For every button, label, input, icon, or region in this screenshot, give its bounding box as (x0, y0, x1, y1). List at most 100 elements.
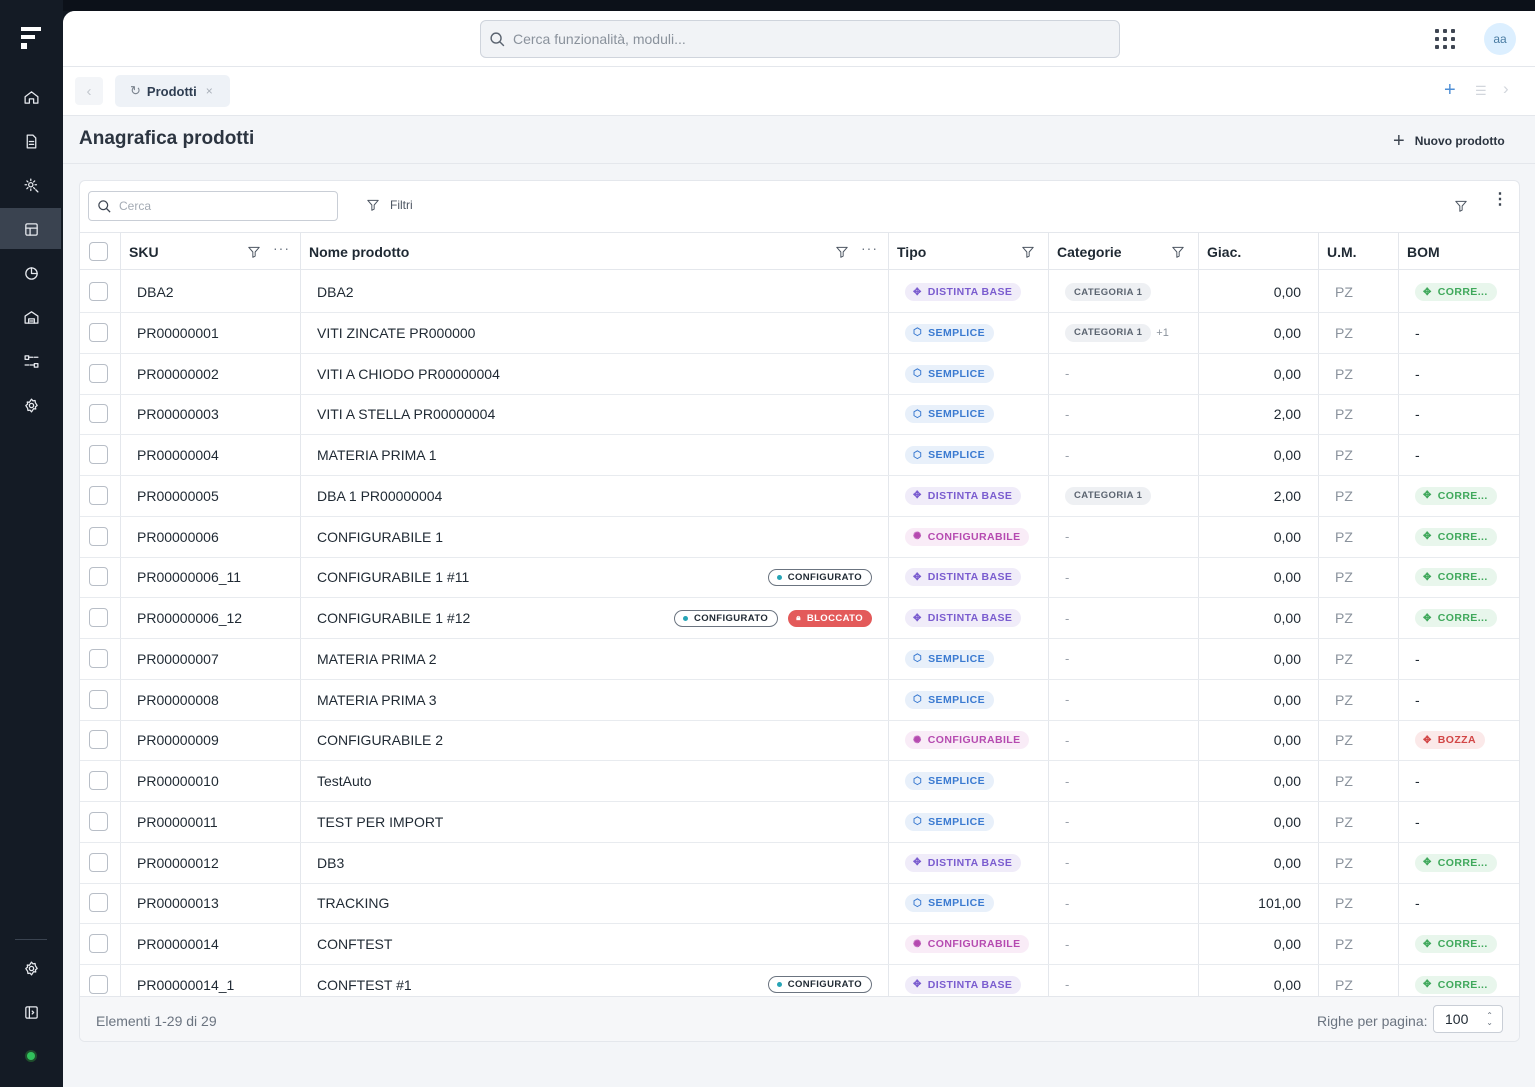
table-row[interactable]: PR00000014_1 CONFTEST #1 CONFIGURATO ✥ DISTI… (80, 965, 1519, 996)
table-row[interactable]: PR00000001 VITI ZINCATE PR000000 ⬡ SEMPLICE… (80, 313, 1519, 354)
warehouse-icon[interactable] (19, 305, 43, 329)
row-checkbox[interactable] (89, 485, 108, 505)
table-row[interactable]: PR00000006 CONFIGURABILE 1 ✺ CONFIGURABILE -… (80, 517, 1519, 558)
close-icon[interactable]: × (206, 84, 213, 98)
column-header-bom[interactable]: BOM (1407, 233, 1440, 271)
table-row[interactable]: PR00000010 TestAuto ⬡ SEMPLICE - 0,00 PZ - (80, 761, 1519, 802)
row-checkbox[interactable] (89, 811, 108, 831)
rows-per-page-select[interactable]: 100 ⌃ ⌄ (1433, 1005, 1503, 1033)
tab-prodotti[interactable]: ↻ Prodotti × (115, 75, 230, 107)
column-header-nome[interactable]: Nome prodotto (309, 233, 409, 271)
add-tab-icon[interactable]: + (1444, 79, 1456, 102)
filter-icon[interactable] (1454, 199, 1468, 218)
column-filter-icon[interactable] (1021, 245, 1035, 264)
product-name-cell[interactable]: VITI ZINCATE PR000000 (317, 313, 475, 353)
column-menu-icon[interactable]: ··· (273, 240, 290, 256)
product-name-cell[interactable]: CONFIGURABILE 1 #12 (317, 598, 470, 638)
column-filter-icon[interactable] (247, 245, 261, 264)
column-header-tipo[interactable]: Tipo (897, 233, 926, 271)
table-row[interactable]: PR00000002 VITI A CHIODO PR00000004 ⬡ SEMPL… (80, 354, 1519, 395)
row-checkbox[interactable] (89, 404, 108, 424)
type-badge-label: DISTINTA BASE (927, 571, 1013, 584)
clock-chart-icon[interactable] (19, 261, 43, 285)
product-name-cell[interactable]: TestAuto (317, 761, 371, 801)
row-checkbox[interactable] (89, 934, 108, 953)
product-name-cell[interactable]: CONFIGURABILE 1 #11 (317, 557, 469, 597)
column-header-um[interactable]: U.M. (1327, 233, 1357, 271)
app-logo[interactable] (21, 27, 41, 49)
column-header-sku[interactable]: SKU (129, 233, 159, 271)
global-search-input[interactable]: Cerca funzionalità, moduli... (480, 20, 1120, 58)
select-all-checkbox[interactable] (89, 242, 108, 261)
product-name-cell[interactable]: MATERIA PRIMA 1 (317, 435, 437, 475)
chevron-left-icon[interactable]: ‹ (75, 77, 103, 105)
document-icon[interactable] (19, 129, 43, 153)
table-row[interactable]: PR00000012 DB3 ✥ DISTINTA BASE - 0,00 PZ ✥ CORRE… (80, 843, 1519, 884)
user-settings-icon[interactable] (19, 956, 43, 980)
row-checkbox[interactable] (89, 567, 108, 587)
unit-cell: PZ (1335, 284, 1353, 300)
filters-button[interactable]: Filtri (366, 198, 413, 212)
row-checkbox[interactable] (89, 730, 108, 750)
home-icon[interactable] (19, 85, 43, 109)
table-row[interactable]: PR00000005 DBA 1 PR00000004 ✥ DISTINTA BASE… (80, 476, 1519, 517)
row-checkbox[interactable] (89, 974, 108, 994)
gear-icon[interactable] (19, 393, 43, 417)
product-name-cell[interactable]: CONFIGURABILE 1 (317, 517, 443, 557)
product-name-cell[interactable]: VITI A STELLA PR00000004 (317, 394, 495, 434)
new-product-button[interactable]: + Nuovo prodotto (1393, 129, 1505, 153)
product-name-cell[interactable]: TEST PER IMPORT (317, 802, 443, 842)
avatar[interactable]: aa (1484, 23, 1516, 55)
product-name-cell[interactable]: DBA2 (317, 272, 354, 312)
type-badge: ⬡ SEMPLICE (905, 446, 995, 464)
row-checkbox[interactable] (89, 322, 108, 342)
row-checkbox[interactable] (89, 363, 108, 383)
column-filter-icon[interactable] (835, 245, 849, 264)
settings-search-icon[interactable] (19, 173, 43, 197)
table-row[interactable]: PR00000014 CONFTEST ✺ CONFIGURABILE - 0,00 PZ ✥… (80, 924, 1519, 965)
table-row[interactable]: PR00000011 TEST PER IMPORT ⬡ SEMPLICE - 0,00 P… (80, 802, 1519, 843)
product-name-cell[interactable]: MATERIA PRIMA 3 (317, 680, 437, 720)
row-checkbox[interactable] (89, 893, 108, 913)
product-name-cell[interactable]: CONFTEST (317, 924, 392, 964)
table-row[interactable]: DBA2 DBA2 ✥ DISTINTA BASE CATEGORIA 1 0,00 PZ ✥… (80, 272, 1519, 313)
row-checkbox[interactable] (89, 771, 108, 790)
apps-grid-icon[interactable] (1435, 29, 1455, 49)
table-row[interactable]: PR00000013 TRACKING ⬡ SEMPLICE - 101,00 PZ - (80, 883, 1519, 925)
table-row[interactable]: PR00000003 VITI A STELLA PR00000004 ⬡ SEMPL… (80, 394, 1519, 436)
table-row[interactable]: PR00000004 MATERIA PRIMA 1 ⬡ SEMPLICE - 0,00 P… (80, 435, 1519, 476)
table-row[interactable]: PR00000006_12 CONFIGURABILE 1 #12 CONFIGUR… (80, 598, 1519, 639)
product-name-cell[interactable]: TRACKING (317, 883, 389, 923)
row-checkbox[interactable] (89, 689, 108, 709)
more-vertical-icon[interactable]: ⋮ (1492, 192, 1508, 208)
column-menu-icon[interactable]: ··· (861, 240, 878, 256)
table-icon[interactable] (19, 217, 43, 241)
column-header-categorie[interactable]: Categorie (1057, 233, 1122, 271)
column-filter-icon[interactable] (1171, 245, 1185, 264)
table-row[interactable]: PR00000007 MATERIA PRIMA 2 ⬡ SEMPLICE - 0,00 P… (80, 639, 1519, 680)
product-name-cell[interactable]: MATERIA PRIMA 2 (317, 639, 437, 679)
table-row[interactable]: PR00000006_11 CONFIGURABILE 1 #11 CONFIGUR… (80, 557, 1519, 599)
table-row[interactable]: PR00000009 CONFIGURABILE 2 ✺ CONFIGURABILE -… (80, 720, 1519, 762)
row-checkbox[interactable] (89, 526, 108, 546)
refresh-icon[interactable]: ↻ (130, 83, 141, 99)
row-checkbox[interactable] (89, 852, 108, 872)
bom-status-badge: ✥ CORRE... (1415, 935, 1497, 953)
product-name-cell[interactable]: DB3 (317, 843, 344, 883)
column-header-giac[interactable]: Giac. (1207, 233, 1241, 271)
row-checkbox[interactable] (89, 648, 108, 668)
workflow-icon[interactable] (19, 349, 43, 373)
product-name-cell[interactable]: CONFTEST #1 (317, 965, 412, 996)
table-row[interactable]: PR00000008 MATERIA PRIMA 3 ⬡ SEMPLICE - 0,00 P… (80, 680, 1519, 721)
table-search-input[interactable]: Cerca (88, 191, 338, 221)
row-checkbox[interactable] (89, 608, 108, 627)
row-checkbox[interactable] (89, 445, 108, 464)
product-name-cell[interactable]: VITI A CHIODO PR00000004 (317, 354, 500, 394)
row-checkbox[interactable] (89, 282, 108, 301)
collapse-sidebar-icon[interactable] (19, 1000, 43, 1024)
extra-categories-count[interactable]: +1 (1156, 327, 1169, 339)
product-name-cell[interactable]: CONFIGURABILE 2 (317, 720, 443, 760)
product-name-cell[interactable]: DBA 1 PR00000004 (317, 476, 442, 516)
tab-list-icon[interactable]: ☰ (1475, 83, 1487, 99)
chevron-right-icon[interactable]: › (1503, 79, 1509, 99)
